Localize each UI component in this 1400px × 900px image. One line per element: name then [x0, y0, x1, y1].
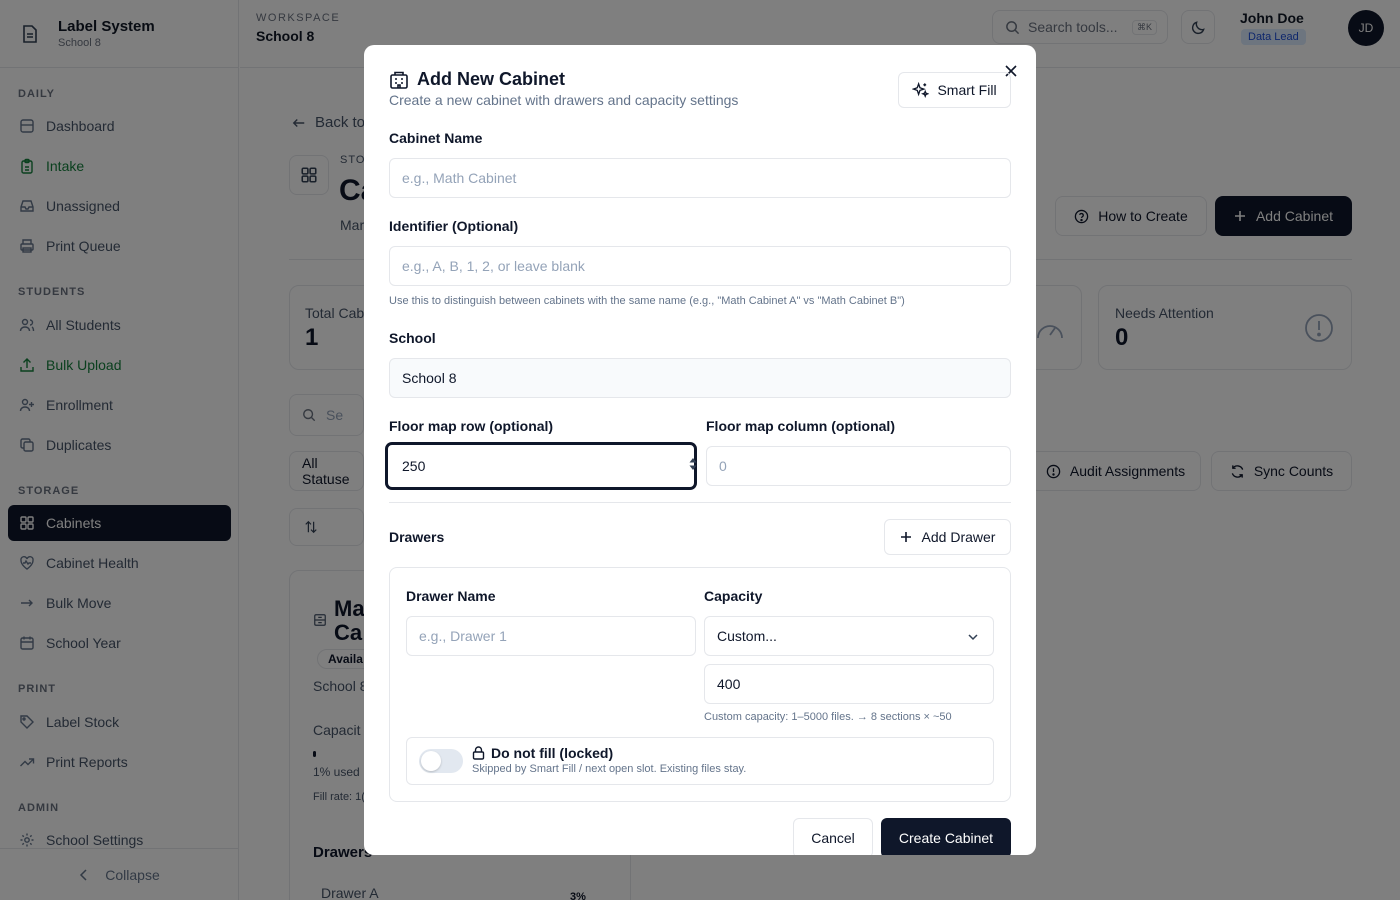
cabinet-name-input[interactable] — [389, 158, 1011, 198]
capacity-hint: Custom capacity: 1–5000 files. → 8 secti… — [704, 711, 952, 723]
cancel-button[interactable]: Cancel — [793, 818, 873, 855]
dialog-description: Create a new cabinet with drawers and ca… — [389, 92, 739, 108]
school-label: School — [389, 330, 436, 346]
cabinet-name-label: Cabinet Name — [389, 130, 483, 146]
building-icon — [389, 70, 409, 90]
floor-row-wrapper — [386, 443, 699, 489]
lock-title: Do not fill (locked) — [472, 745, 613, 761]
dialog-title: Add New Cabinet — [417, 69, 566, 89]
chevron-down-icon — [967, 630, 979, 646]
school-field[interactable] — [389, 358, 1011, 398]
floor-row-input[interactable] — [386, 443, 696, 489]
lock-description: Skipped by Smart Fill / next open slot. … — [472, 763, 747, 775]
floor-row-label: Floor map row (optional) — [389, 418, 554, 434]
capacity-value-input[interactable] — [704, 664, 994, 704]
lock-drawer-option: Do not fill (locked) Skipped by Smart Fi… — [406, 737, 994, 785]
identifier-label: Identifier (Optional) — [389, 218, 519, 234]
drawers-section-label: Drawers — [389, 529, 445, 545]
smart-fill-button[interactable]: Smart Fill — [898, 72, 1011, 108]
floor-col-label: Floor map column (optional) — [706, 418, 895, 434]
toggle-knob — [421, 751, 441, 771]
identifier-input[interactable] — [389, 246, 1011, 286]
identifier-hint: Use this to distinguish between cabinets… — [389, 295, 905, 307]
lock-icon — [472, 746, 491, 760]
create-cabinet-button[interactable]: Create Cabinet — [881, 818, 1011, 855]
section-divider — [389, 502, 1011, 503]
sparkles-icon — [912, 81, 937, 99]
number-stepper-icon[interactable] — [687, 456, 699, 472]
lock-toggle[interactable] — [419, 749, 463, 773]
capacity-select[interactable]: Custom... — [704, 616, 994, 656]
floor-col-input[interactable] — [706, 446, 1011, 486]
add-drawer-button[interactable]: Add Drawer — [884, 519, 1011, 555]
capacity-label: Capacity — [704, 588, 763, 604]
drawer-name-input[interactable] — [406, 616, 696, 656]
dialog-header: Add New Cabinet — [389, 69, 565, 90]
plus-icon — [900, 531, 912, 543]
add-cabinet-dialog: Add New Cabinet Create a new cabinet wit… — [364, 45, 1036, 855]
drawer-name-label: Drawer Name — [406, 588, 496, 604]
drawer-card: Drawer Name Capacity Custom... Custom ca… — [389, 567, 1011, 802]
